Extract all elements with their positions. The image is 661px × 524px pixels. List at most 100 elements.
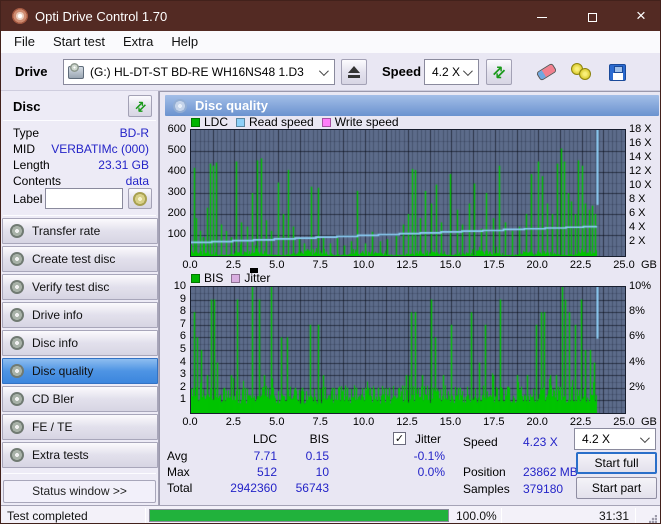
chevron-down-icon — [462, 66, 473, 77]
bis-jitter-chart — [190, 286, 626, 414]
save-icon — [608, 63, 626, 81]
sidebar-item-transfer-rate[interactable]: Transfer rate — [2, 218, 158, 244]
stats-bis-value: 10 — [315, 465, 329, 479]
speed-select-value: 4.2 X — [432, 65, 461, 79]
refresh-icon: ⇄ — [130, 96, 150, 116]
jitter-checkbox[interactable]: ✓ — [393, 432, 406, 445]
menu-item-help[interactable]: Help — [162, 31, 207, 53]
elapsed-time: 31:31 — [598, 509, 629, 523]
stats-row-label: Avg — [167, 449, 188, 463]
stats-position-value: 23862 MB — [523, 465, 578, 479]
sidebar-item-label: CD Bler — [32, 392, 75, 406]
test-speed-value: 4.2 X — [582, 432, 611, 446]
stats-speed-label: Speed — [463, 435, 498, 449]
progress-percent: 100.0% — [456, 509, 497, 523]
label-input[interactable] — [45, 188, 123, 209]
disc-info-label: Type — [13, 126, 40, 140]
create-test-disc-icon — [10, 252, 24, 266]
divider — [3, 215, 156, 216]
stats-jitter-value: -0.1% — [413, 449, 445, 463]
progress-bar — [149, 509, 449, 522]
status-text: Test completed — [7, 509, 88, 523]
sidebar-item-label: Disc info — [32, 336, 79, 350]
start-full-button[interactable]: Start full — [576, 452, 657, 474]
stats-row-label: Max — [167, 465, 190, 479]
sidebar-item-verify-test-disc[interactable]: Verify test disc — [2, 274, 158, 300]
speed-select[interactable]: 4.2 X — [424, 59, 479, 85]
sidebar-item-label: Disc quality — [32, 364, 94, 378]
ldc-chart — [190, 129, 626, 257]
sidebar-item-create-test-disc[interactable]: Create test disc — [2, 246, 158, 272]
sidebar-item-label: Extra tests — [32, 448, 89, 462]
erase-disc-button[interactable] — [531, 58, 561, 86]
maximize-button[interactable] — [569, 1, 615, 31]
stats-position-label: Position — [463, 465, 506, 479]
gears-icon — [571, 63, 593, 81]
statusbar-separator — [635, 508, 636, 523]
extra-tests-icon — [10, 448, 24, 462]
refresh-drive-button[interactable]: ⇄ — [486, 59, 512, 85]
disc-info-value: 23.31 GB — [98, 158, 149, 172]
stats-speed-value: 4.23 X — [523, 435, 558, 449]
status-window-button[interactable]: Status window >> — [3, 480, 156, 503]
speed-label: Speed — [382, 64, 422, 79]
verify-test-disc-icon — [10, 280, 24, 294]
eject-button[interactable] — [341, 59, 367, 85]
stats-ldc-value: 7.71 — [253, 449, 277, 463]
disc-info-row-length: Length 23.31 GB — [13, 158, 149, 173]
stats-samples-value: 379180 — [523, 482, 564, 496]
menu-item-start-test[interactable]: Start test — [44, 31, 114, 53]
stats-jitter-value: 0.0% — [417, 465, 445, 479]
stats-bis-value: 56743 — [295, 481, 329, 495]
sidebar: Disc ⇄ Type BD-R MID VERBATIMc (000) Length 2… — [1, 91, 159, 505]
statusbar: Test completed 100.0% 31:31 — [1, 505, 660, 523]
sidebar-item-label: Drive info — [32, 308, 83, 322]
eject-icon — [348, 66, 360, 78]
minimize-button[interactable] — [519, 1, 565, 31]
disc-icon — [133, 191, 147, 206]
divider — [3, 473, 156, 474]
options-button[interactable] — [567, 58, 597, 86]
statusbar-separator — [501, 508, 502, 523]
cd-bler-icon — [10, 392, 24, 406]
stats-header-bis: BIS — [309, 432, 329, 446]
stats-row-label: Total — [167, 481, 193, 495]
jitter-checkbox-label: Jitter — [415, 432, 442, 446]
disc-quality-icon — [173, 98, 187, 113]
chevron-down-icon — [639, 433, 650, 444]
menu-item-file[interactable]: File — [5, 31, 44, 53]
sidebar-item-disc-info[interactable]: Disc info — [2, 330, 158, 356]
sidebar-item-label: Create test disc — [32, 252, 116, 266]
stats-samples-label: Samples — [463, 482, 510, 496]
stats-ldc-value: 512 — [256, 465, 277, 479]
sidebar-item-label: FE / TE — [32, 420, 73, 434]
menu-item-extra[interactable]: Extra — [114, 31, 162, 53]
sidebar-item-extra-tests[interactable]: Extra tests — [2, 442, 158, 468]
refresh-disc-button[interactable]: ⇄ — [128, 95, 152, 117]
sidebar-item-drive-info[interactable]: Drive info — [2, 302, 158, 328]
titlebar: Opti Drive Control 1.70 × — [1, 1, 660, 31]
progress-fill — [150, 510, 448, 521]
statusbar-separator — [145, 508, 146, 523]
disc-info-value: BD-R — [119, 126, 149, 140]
test-speed-select[interactable]: 4.2 X — [574, 428, 656, 450]
sidebar-item-disc-quality[interactable]: Disc quality — [2, 358, 158, 384]
close-button[interactable]: × — [618, 1, 660, 31]
sidebar-item-label: Transfer rate — [32, 224, 101, 238]
write-label-button[interactable] — [128, 188, 152, 209]
disc-info-label: Contents — [13, 174, 62, 188]
eraser-icon — [535, 62, 557, 82]
disc-info-label: Length — [13, 158, 50, 172]
app-window: Opti Drive Control 1.70 × File Start test… — [0, 0, 661, 524]
disc-quality-icon — [10, 364, 24, 378]
window-title: Opti Drive Control 1.70 — [35, 9, 168, 24]
resize-grip[interactable] — [649, 515, 657, 523]
start-part-button[interactable]: Start part — [576, 477, 657, 499]
sidebar-item-cd-bler[interactable]: CD Bler — [2, 386, 158, 412]
drive-icon — [68, 62, 84, 79]
save-button[interactable] — [602, 58, 632, 86]
disc-info-row-contents: Contents data — [13, 174, 149, 189]
drive-select[interactable]: (G:) HL-DT-ST BD-RE WH16NS48 1.D3 — [63, 59, 335, 85]
sidebar-item-fe-te[interactable]: FE / TE — [2, 414, 158, 440]
panel-title: Disc quality — [195, 98, 268, 113]
